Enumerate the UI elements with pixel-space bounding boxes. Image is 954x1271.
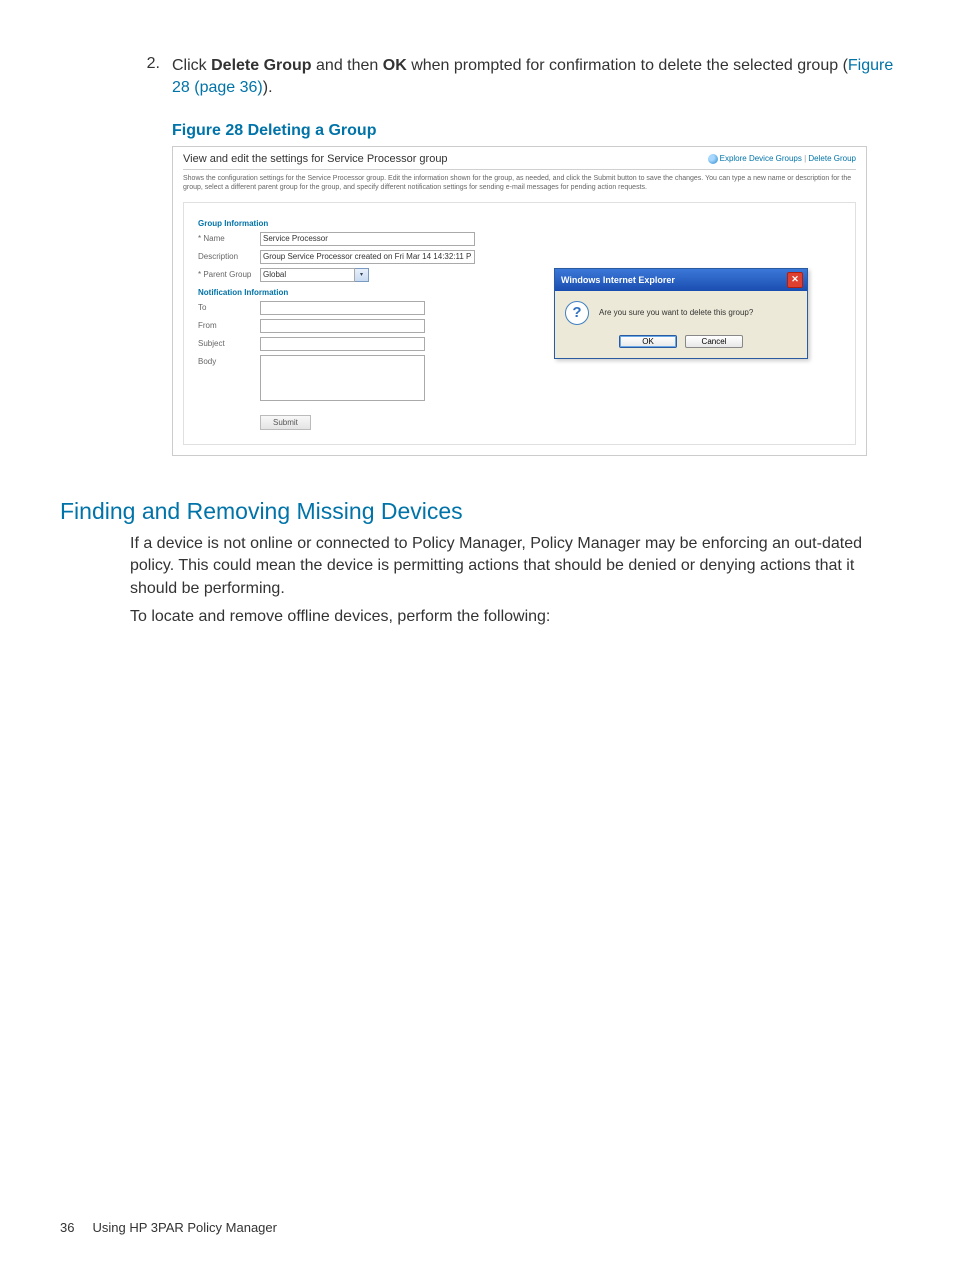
- name-input[interactable]: [260, 232, 475, 246]
- name-label: * Name: [198, 232, 260, 243]
- subject-input[interactable]: [260, 337, 425, 351]
- footer-title: Using HP 3PAR Policy Manager: [92, 1220, 277, 1235]
- confirm-dialog: Windows Internet Explorer ✕ ? Are you su…: [554, 268, 808, 359]
- subject-label: Subject: [198, 337, 260, 348]
- step-number: 2.: [130, 55, 172, 100]
- figure-caption: Figure 28 Deleting a Group: [172, 122, 894, 140]
- question-icon: ?: [565, 301, 589, 325]
- body-label: Body: [198, 355, 260, 366]
- to-label: To: [198, 301, 260, 312]
- description-label: Description: [198, 250, 260, 261]
- page-footer: 36 Using HP 3PAR Policy Manager: [60, 1220, 277, 1235]
- from-label: From: [198, 319, 260, 330]
- chevron-down-icon[interactable]: ▾: [355, 268, 369, 282]
- panel-description: Shows the configuration settings for the…: [183, 174, 856, 192]
- figure-screenshot: View and edit the settings for Service P…: [172, 146, 867, 456]
- submit-button[interactable]: Submit: [260, 415, 311, 430]
- page-number: 36: [60, 1220, 74, 1235]
- step-instruction: Click Delete Group and then OK when prom…: [172, 55, 894, 100]
- parent-group-select[interactable]: [260, 268, 355, 282]
- section-heading: Finding and Removing Missing Devices: [60, 498, 894, 525]
- to-input[interactable]: [260, 301, 425, 315]
- explore-groups-link[interactable]: Explore Device Groups: [720, 154, 802, 163]
- close-icon[interactable]: ✕: [787, 272, 803, 288]
- parent-group-label: * Parent Group: [198, 268, 260, 279]
- globe-icon: [708, 154, 718, 164]
- ok-button[interactable]: OK: [619, 335, 677, 348]
- section-paragraph-2: To locate and remove offline devices, pe…: [130, 606, 894, 628]
- cancel-button[interactable]: Cancel: [685, 335, 743, 348]
- description-input[interactable]: [260, 250, 475, 264]
- group-info-heading: Group Information: [198, 219, 841, 228]
- panel-title: View and edit the settings for Service P…: [183, 153, 448, 165]
- body-textarea[interactable]: [260, 355, 425, 401]
- dialog-title: Windows Internet Explorer: [561, 275, 675, 285]
- section-paragraph-1: If a device is not online or connected t…: [130, 533, 894, 600]
- delete-group-link[interactable]: Delete Group: [808, 154, 856, 163]
- dialog-message: Are you sure you want to delete this gro…: [599, 308, 753, 317]
- from-input[interactable]: [260, 319, 425, 333]
